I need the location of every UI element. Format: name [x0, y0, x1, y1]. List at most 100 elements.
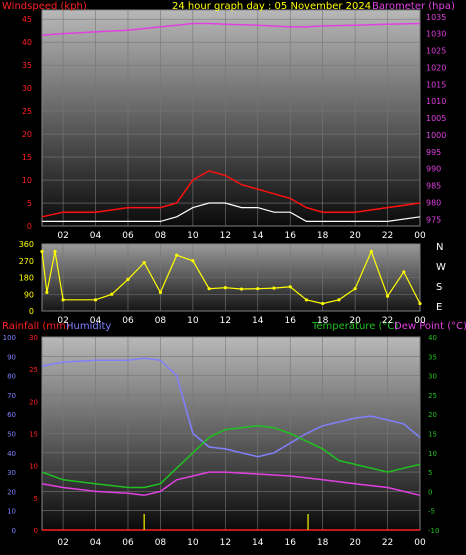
- humidity-tick-label: 60: [7, 411, 16, 419]
- barometer-tick-label: 985: [426, 182, 441, 191]
- x-tick-label: 18: [317, 231, 329, 241]
- direction-tick-label: 90: [24, 290, 34, 299]
- x-tick-label: 12: [220, 316, 231, 326]
- temperature-tick-label: 40: [428, 334, 437, 342]
- barometer-tick-label: 1035: [426, 13, 446, 22]
- barometer-tick-label: 1015: [426, 80, 446, 89]
- barometer-axis-label: Barometer (hpa): [372, 1, 455, 12]
- x-tick-label: 20: [349, 231, 361, 241]
- temperature-tick-label: 10: [428, 450, 437, 458]
- temperature-tick-label: -10: [428, 527, 439, 535]
- windspeed-tick-label: 45: [22, 15, 32, 24]
- temperature-tick-label: 30: [428, 373, 437, 381]
- humidity-tick-label: 0: [12, 527, 16, 535]
- windspeed-tick-label: 10: [22, 176, 32, 185]
- x-tick-label: 08: [155, 316, 167, 326]
- humidity-tick-label: 80: [7, 373, 16, 381]
- barometer-tick-label: 990: [426, 165, 441, 174]
- x-tick-label: 00: [414, 316, 426, 326]
- x-tick-label: 06: [122, 316, 134, 326]
- humidity-tick-label: 40: [7, 450, 16, 458]
- windspeed-tick-label: 0: [27, 222, 32, 231]
- humidity-axis-label: Humidity: [66, 321, 111, 332]
- rain-tick-label: 0: [34, 527, 38, 535]
- humidity-tick-label: 20: [7, 488, 16, 496]
- temperature-tick-label: 15: [428, 431, 437, 439]
- compass-label: W: [436, 262, 446, 273]
- temperature-tick-label: 20: [428, 411, 437, 419]
- x-tick-label: 02: [57, 538, 68, 548]
- compass-label: N: [436, 242, 443, 253]
- windspeed-tick-label: 30: [22, 84, 32, 93]
- x-tick-label: 14: [252, 538, 264, 548]
- humidity-tick-label: 30: [7, 469, 16, 477]
- x-tick-label: 04: [90, 231, 102, 241]
- humidity-tick-label: 70: [7, 392, 16, 400]
- windspeed-tick-label: 5: [27, 199, 32, 208]
- windspeed-tick-label: 20: [22, 130, 32, 139]
- windspeed-tick-label: 40: [22, 38, 32, 47]
- direction-tick-label: 360: [19, 240, 34, 249]
- x-tick-label: 02: [57, 316, 68, 326]
- x-tick-label: 08: [155, 231, 167, 241]
- barometer-tick-label: 1025: [426, 47, 446, 56]
- direction-tick-label: 180: [19, 274, 34, 283]
- rain-tick-label: 20: [29, 398, 38, 406]
- barometer-tick-label: 1020: [426, 63, 446, 72]
- dewpoint-axis-label: Dew Point (°C): [394, 321, 466, 332]
- x-tick-label: 20: [349, 316, 361, 326]
- humidity-tick-label: 100: [3, 334, 16, 342]
- humidity-tick-label: 10: [7, 508, 16, 516]
- compass-label: S: [436, 282, 442, 293]
- barometer-tick-label: 975: [426, 215, 441, 224]
- humidity-tick-label: 50: [7, 431, 16, 439]
- barometer-tick-label: 1005: [426, 114, 446, 123]
- barometer-tick-label: 995: [426, 148, 441, 157]
- rain-tick-label: 30: [29, 334, 38, 342]
- temperature-tick-label: 5: [428, 469, 432, 477]
- rain-tick-label: 5: [34, 495, 38, 503]
- x-tick-label: 18: [317, 316, 329, 326]
- windspeed-tick-label: 15: [22, 153, 32, 162]
- windspeed-axis-label: Windspeed (kph): [2, 1, 87, 12]
- humidity-tick-label: 90: [7, 353, 16, 361]
- x-tick-label: 22: [382, 316, 393, 326]
- direction-tick-label: 0: [29, 307, 34, 316]
- x-tick-label: 06: [122, 538, 134, 548]
- x-tick-label: 08: [155, 538, 167, 548]
- x-tick-label: 00: [414, 538, 426, 548]
- temperature-tick-label: -5: [428, 508, 435, 516]
- x-tick-label: 12: [220, 538, 231, 548]
- x-tick-label: 04: [90, 538, 102, 548]
- x-tick-label: 02: [57, 231, 68, 241]
- x-tick-label: 14: [252, 316, 264, 326]
- x-tick-label: 06: [122, 231, 134, 241]
- barometer-tick-label: 1030: [426, 30, 446, 39]
- temperature-tick-label: 35: [428, 353, 437, 361]
- x-tick-label: 10: [187, 316, 199, 326]
- temperature-tick-label: 25: [428, 392, 437, 400]
- x-tick-label: 16: [284, 231, 296, 241]
- x-tick-label: 14: [252, 231, 264, 241]
- x-tick-label: 00: [414, 231, 426, 241]
- x-tick-label: 22: [382, 231, 393, 241]
- x-tick-label: 16: [284, 538, 296, 548]
- temperature-tick-label: 0: [428, 488, 432, 496]
- barometer-tick-label: 980: [426, 198, 441, 207]
- x-tick-label: 10: [187, 231, 199, 241]
- direction-tick-label: 270: [19, 257, 34, 266]
- windspeed-tick-label: 25: [22, 107, 32, 116]
- compass-label: E: [436, 302, 442, 313]
- x-tick-label: 04: [90, 316, 102, 326]
- x-tick-label: 10: [187, 538, 199, 548]
- x-tick-label: 22: [382, 538, 393, 548]
- windspeed-tick-label: 35: [22, 61, 32, 70]
- x-tick-label: 20: [349, 538, 361, 548]
- barometer-tick-label: 1010: [426, 97, 446, 106]
- x-tick-label: 16: [284, 316, 296, 326]
- rain-tick-label: 25: [29, 366, 38, 374]
- x-tick-label: 12: [220, 231, 231, 241]
- x-tick-label: 18: [317, 538, 329, 548]
- weather-graph: Windspeed (kph) 24 hour graph day : 05 N…: [2, 1, 466, 548]
- chart-title: 24 hour graph day : 05 November 2024: [172, 1, 371, 12]
